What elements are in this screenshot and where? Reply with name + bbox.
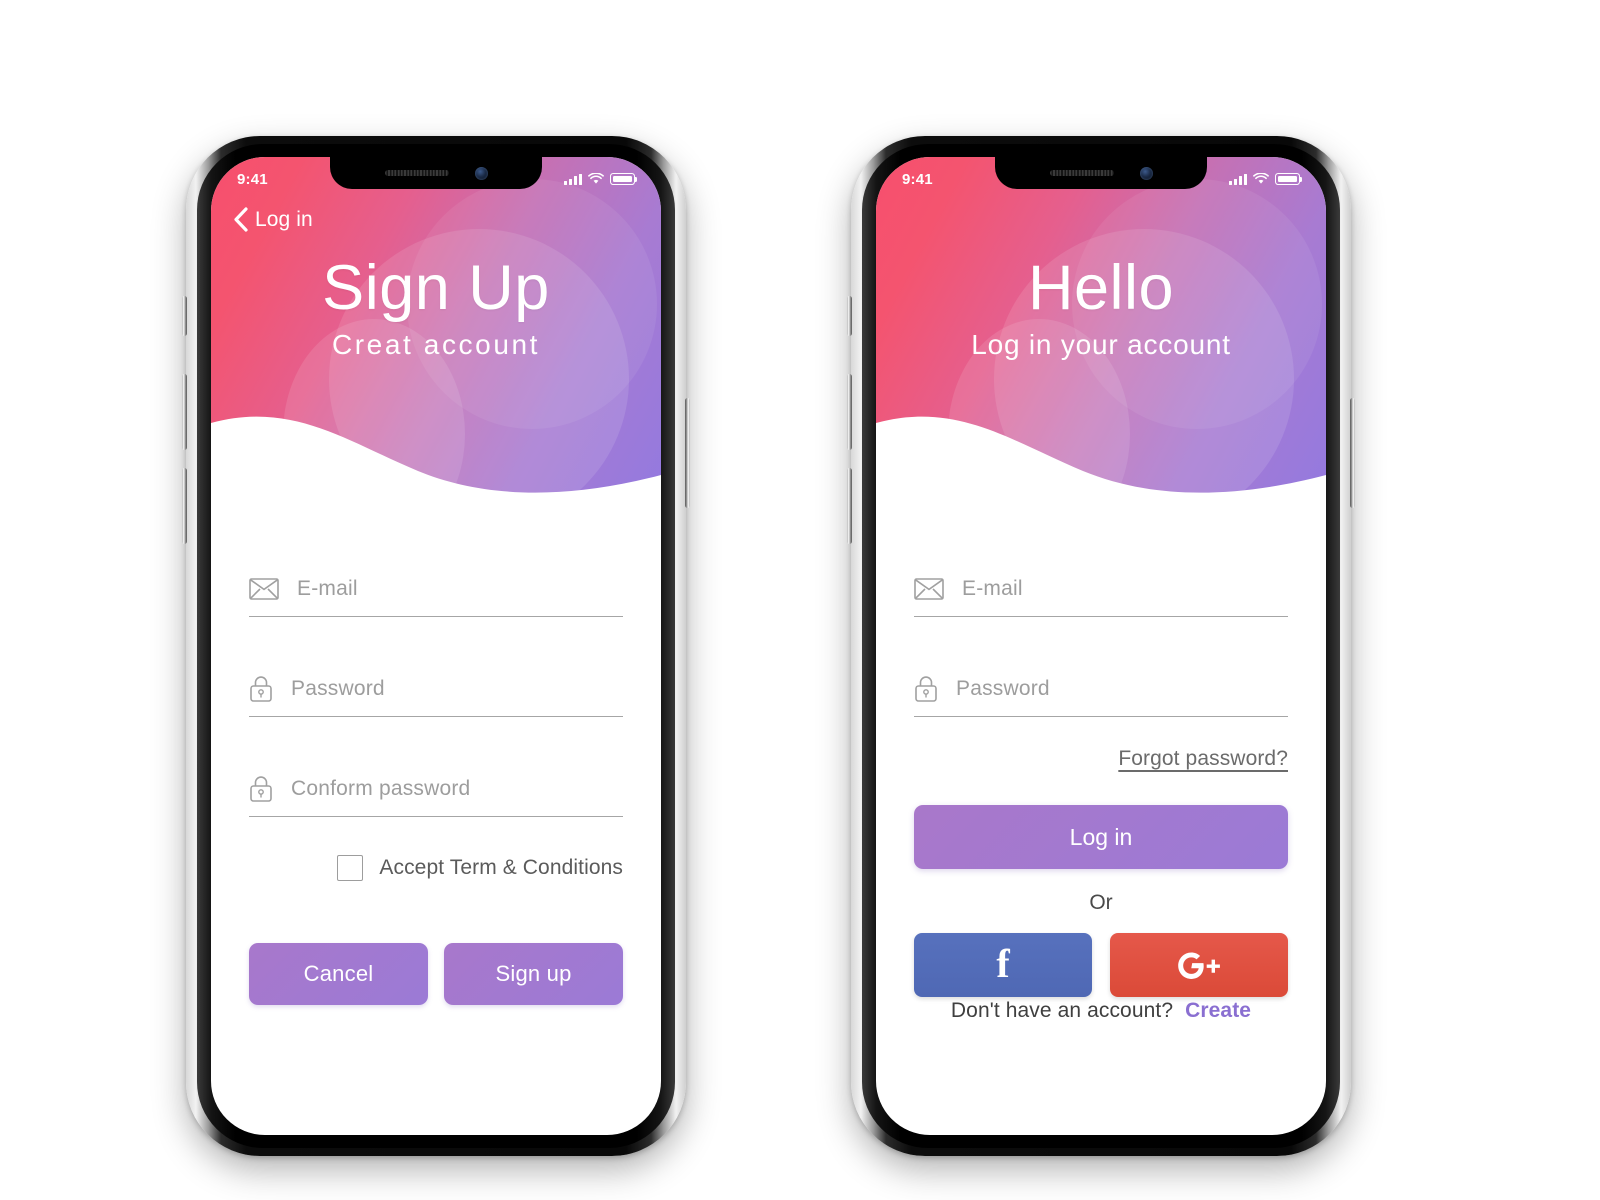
accept-terms-checkbox[interactable] (337, 855, 364, 881)
google-plus-icon (1178, 952, 1220, 979)
page-title: Sign Up (322, 253, 550, 323)
wave-divider (876, 416, 1326, 517)
gradient-header-signup: 9:41 Log in Sign Up Creat account (211, 157, 661, 517)
email-field[interactable]: E-mail (914, 561, 1288, 617)
chevron-left-icon (234, 207, 248, 232)
wifi-icon (588, 173, 604, 184)
google-plus-login-button[interactable] (1110, 933, 1288, 997)
accept-terms-label: Accept Term & Conditions (379, 856, 623, 879)
forgot-password-row: Forgot password? (914, 747, 1288, 771)
volume-up-button[interactable] (847, 374, 852, 450)
terms-row: Accept Term & Conditions (249, 855, 623, 881)
power-button[interactable] (1350, 398, 1355, 508)
forgot-password-link[interactable]: Forgot password? (1118, 747, 1288, 771)
front-camera-icon (474, 166, 488, 180)
email-placeholder: E-mail (962, 576, 1023, 600)
signup-action-row: Cancel Sign up (249, 943, 623, 1005)
volume-down-button[interactable] (847, 468, 852, 544)
envelope-icon (914, 577, 944, 600)
signup-form: E-mail Password Conform password Accept … (211, 561, 661, 1005)
or-divider-label: Or (1089, 891, 1113, 914)
wifi-icon (1253, 173, 1269, 184)
phone-device-login: 9:41 Hello Log in your account E-mail Pa… (847, 136, 1355, 1156)
create-account-text: Don't have an account? (950, 999, 1174, 1022)
page-title: Hello (1027, 253, 1175, 323)
front-camera-icon (1139, 166, 1153, 180)
back-nav-login[interactable]: Log in (233, 207, 313, 232)
battery-full-icon (610, 173, 638, 185)
email-field[interactable]: E-mail (249, 561, 623, 617)
header-text-block: Sign Up Creat account (211, 255, 661, 361)
volume-up-button[interactable] (182, 374, 187, 450)
notch (995, 157, 1207, 189)
login-form: E-mail Password Forgot password? Log in … (876, 561, 1326, 997)
password-field[interactable]: Password (914, 661, 1288, 717)
back-nav-label: Log in (255, 207, 313, 231)
confirm-password-field[interactable]: Conform password (249, 761, 623, 817)
lock-icon (250, 675, 272, 702)
status-time: 9:41 (902, 170, 933, 188)
volume-down-button[interactable] (182, 468, 187, 544)
page-subtitle: Log in your account (971, 329, 1231, 361)
silent-switch-button[interactable] (847, 296, 852, 336)
phone-screen-login: 9:41 Hello Log in your account E-mail Pa… (876, 157, 1326, 1135)
status-time: 9:41 (237, 170, 268, 188)
email-placeholder: E-mail (297, 576, 358, 600)
create-account-row: Don't have an account? Create (914, 999, 1288, 1023)
earpiece-speaker-icon (1049, 170, 1114, 176)
envelope-icon (249, 577, 279, 600)
header-text-block: Hello Log in your account (876, 255, 1326, 361)
phone-body: 9:41 (862, 144, 1340, 1148)
power-button[interactable] (685, 398, 690, 508)
screenshot-canvas: 9:41 Log in Sign Up Creat account E-mail… (0, 0, 1600, 1200)
signal-bars-icon (564, 173, 582, 185)
signup-button[interactable]: Sign up (444, 943, 623, 1005)
earpiece-speaker-icon (384, 170, 449, 176)
social-login-row: f (914, 933, 1288, 997)
phone-screen-signup: 9:41 Log in Sign Up Creat account E-mail… (211, 157, 661, 1135)
create-account-link[interactable]: Create (1185, 999, 1251, 1023)
cancel-button[interactable]: Cancel (249, 943, 428, 1005)
notch (330, 157, 542, 189)
signal-bars-icon (1229, 173, 1247, 185)
password-placeholder: Password (956, 676, 1050, 700)
login-button[interactable]: Log in (914, 805, 1288, 869)
phone-device-signup: 9:41 Log in Sign Up Creat account E-mail… (182, 136, 690, 1156)
silent-switch-button[interactable] (182, 296, 187, 336)
gradient-header-login: 9:41 Hello Log in your account (876, 157, 1326, 517)
phone-body: 9:41 (197, 144, 675, 1148)
facebook-login-button[interactable]: f (914, 933, 1092, 997)
wave-divider (211, 416, 661, 517)
lock-icon (250, 775, 272, 802)
password-placeholder: Password (291, 676, 385, 700)
password-field[interactable]: Password (249, 661, 623, 717)
confirm-password-placeholder: Conform password (291, 776, 471, 800)
facebook-icon: f (996, 941, 1010, 986)
page-subtitle: Creat account (331, 329, 541, 361)
lock-icon (915, 675, 937, 702)
battery-full-icon (1275, 173, 1303, 185)
